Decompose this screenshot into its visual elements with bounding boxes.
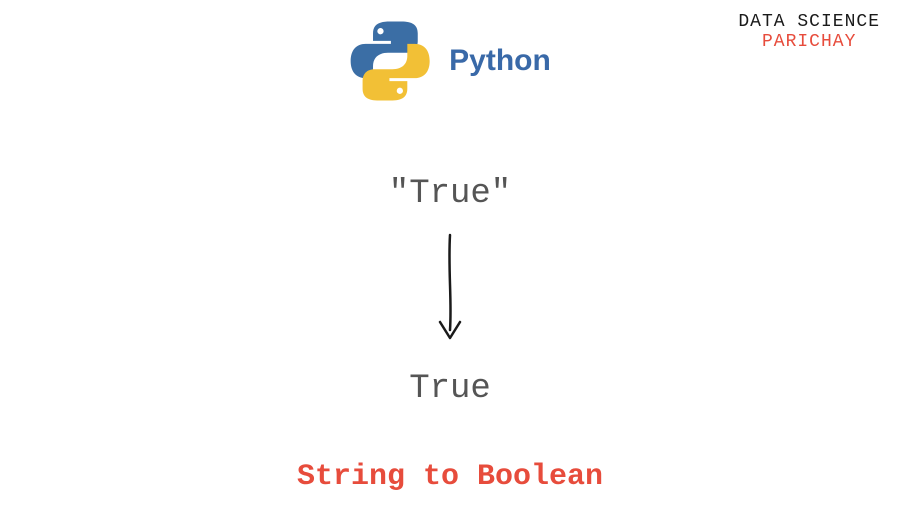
down-arrow-icon: [430, 230, 470, 350]
python-label: Python: [449, 44, 551, 78]
string-value: "True": [389, 175, 511, 213]
brand-line-1: DATA SCIENCE: [738, 12, 880, 32]
brand-block: DATA SCIENCE PARICHAY: [738, 12, 880, 52]
python-logo-icon: [349, 20, 431, 102]
caption: String to Boolean: [297, 460, 603, 494]
boolean-value: True: [409, 370, 491, 408]
brand-line-2: PARICHAY: [738, 32, 880, 52]
logo-row: Python: [349, 20, 551, 102]
